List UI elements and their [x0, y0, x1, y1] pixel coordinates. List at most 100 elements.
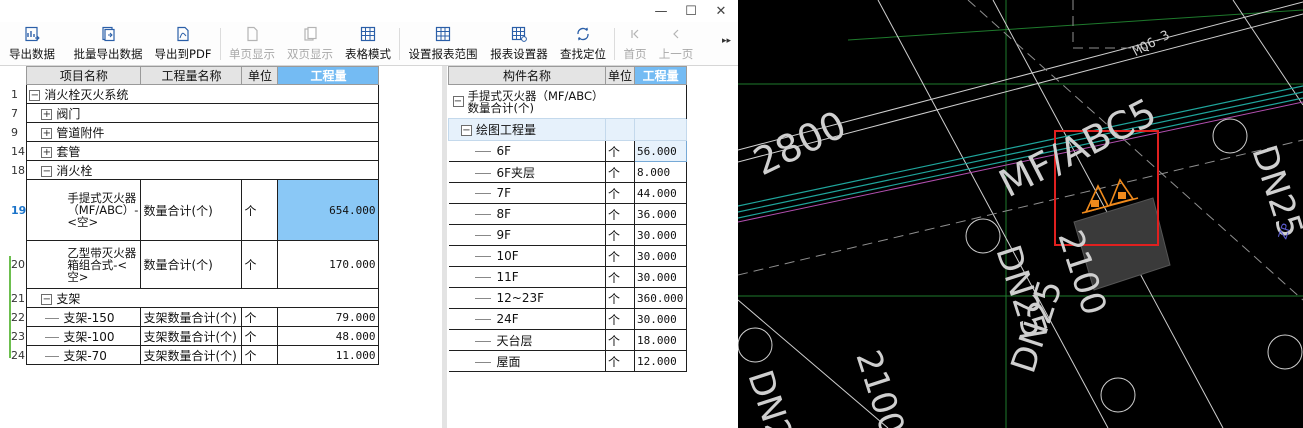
unit-cell[interactable]: 个: [605, 308, 635, 330]
quantity-cell[interactable]: 30.000: [633, 245, 688, 267]
unit-cell[interactable]: 个: [241, 345, 279, 365]
table-row[interactable]: 1 − 消火栓灭火系统: [11, 84, 380, 104]
item-name-cell[interactable]: 手提式灭火器（MF/ABC）-<空>: [26, 179, 142, 241]
quantity-cell[interactable]: 30.000: [633, 308, 688, 330]
unit-cell[interactable]: 个: [605, 245, 635, 267]
report-range-button[interactable]: 设置报表范围: [405, 24, 481, 64]
first-page-button[interactable]: 首页: [618, 24, 652, 64]
unit-cell[interactable]: 个: [605, 350, 635, 372]
qty-name-cell[interactable]: 支架数量合计(个): [140, 345, 243, 365]
prev-page-button[interactable]: 上一页: [654, 24, 698, 64]
quantity-cell[interactable]: 8.000: [633, 161, 688, 183]
collapse-icon[interactable]: −: [41, 293, 53, 305]
export-pdf-button[interactable]: 导出到PDF: [152, 24, 214, 64]
tree-node[interactable]: − 手提式灭火器（MF/ABC） 数量合计(个): [448, 84, 688, 119]
floor-name-cell[interactable]: 天台层: [448, 329, 606, 351]
header-component-name[interactable]: 构件名称: [448, 66, 606, 85]
expand-icon[interactable]: +: [41, 108, 53, 120]
double-page-button[interactable]: 双页显示: [284, 24, 336, 64]
floor-name-cell[interactable]: 屋面: [448, 350, 606, 372]
table-row[interactable]: 14 + 套管: [11, 141, 380, 161]
quantity-cell[interactable]: 360.000: [633, 287, 688, 309]
floor-name-cell[interactable]: 8F: [448, 203, 606, 225]
table-row[interactable]: 11F 个 30.000: [448, 266, 688, 288]
quantity-cell[interactable]: 654.000: [277, 179, 380, 241]
quantity-cell[interactable]: 36.000: [633, 203, 688, 225]
collapse-icon[interactable]: −: [461, 125, 472, 136]
collapse-icon[interactable]: −: [41, 165, 53, 177]
maximize-button[interactable]: ☐: [676, 1, 706, 21]
cad-drawing[interactable]: MQ6-3 2800 MF/ABC5 DN25 DN25 DN25 2100 2…: [738, 0, 1303, 428]
table-row[interactable]: 12~23F 个 360.000: [448, 287, 688, 309]
table-row[interactable]: 7 + 阀门: [11, 103, 380, 123]
item-name-cell[interactable]: 支架-150: [26, 307, 142, 327]
floor-name-cell[interactable]: 6F夹层: [448, 161, 606, 183]
minimize-button[interactable]: —: [646, 1, 676, 21]
unit-cell[interactable]: 个: [605, 329, 635, 351]
qty-name-cell[interactable]: 支架数量合计(个): [140, 326, 243, 346]
floor-name-cell[interactable]: 12~23F: [448, 287, 606, 309]
item-name-cell[interactable]: 支架-70: [26, 345, 142, 365]
floor-name-cell[interactable]: 6F: [448, 140, 606, 162]
expand-icon[interactable]: +: [41, 146, 53, 158]
quantity-cell[interactable]: 48.000: [277, 326, 380, 346]
tree-node[interactable]: − 消火栓灭火系统: [26, 84, 380, 104]
header-quantity[interactable]: 工程量: [633, 66, 688, 85]
table-row[interactable]: 22 支架-150 支架数量合计(个) 个 79.000: [11, 307, 380, 327]
report-settings-button[interactable]: 报表设置器: [487, 24, 551, 64]
header-unit[interactable]: 单位: [241, 66, 279, 85]
table-row[interactable]: 21 − 支架: [11, 288, 380, 308]
quantity-cell[interactable]: 18.000: [633, 329, 688, 351]
item-name-cell[interactable]: 支架-100: [26, 326, 142, 346]
cad-drawing-viewport[interactable]: MQ6-3 2800 MF/ABC5 DN25 DN25 DN25 2100 2…: [738, 0, 1303, 428]
unit-cell[interactable]: 个: [605, 287, 635, 309]
header-item-name[interactable]: 项目名称: [26, 66, 142, 85]
table-row[interactable]: 18 − 消火栓: [11, 160, 380, 180]
header-quantity[interactable]: 工程量: [277, 66, 380, 85]
quantity-cell[interactable]: 44.000: [633, 182, 688, 204]
table-row[interactable]: 20 乙型带灭火器箱组合式-<空> 数量合计(个) 个 170.000: [11, 240, 380, 289]
single-page-button[interactable]: 单页显示: [226, 24, 278, 64]
export-data-button[interactable]: 导出数据: [6, 24, 58, 64]
unit-cell[interactable]: 个: [241, 240, 279, 289]
header-unit[interactable]: 单位: [605, 66, 635, 85]
tree-node[interactable]: − 绘图工程量: [448, 118, 606, 141]
quantity-cell[interactable]: 11.000: [277, 345, 380, 365]
collapse-icon[interactable]: −: [452, 96, 464, 107]
floor-name-cell[interactable]: 11F: [448, 266, 606, 288]
header-qty-name[interactable]: 工程量名称: [140, 66, 243, 85]
tree-node[interactable]: + 套管: [26, 141, 380, 161]
batch-export-button[interactable]: 批量导出数据: [70, 24, 146, 64]
unit-cell[interactable]: 个: [605, 266, 635, 288]
expand-icon[interactable]: +: [41, 127, 53, 139]
unit-cell[interactable]: 个: [605, 161, 635, 183]
table-row[interactable]: 24F 个 30.000: [448, 308, 688, 330]
table-row[interactable]: 6F 个 56.000: [448, 140, 688, 162]
table-mode-button[interactable]: 表格模式: [342, 24, 394, 64]
table-row[interactable]: 10F 个 30.000: [448, 245, 688, 267]
detail-group-row[interactable]: − 绘图工程量: [448, 118, 688, 141]
table-row[interactable]: 19 手提式灭火器（MF/ABC）-<空> 数量合计(个) 个 654.000: [11, 179, 380, 241]
table-row[interactable]: 7F 个 44.000: [448, 182, 688, 204]
tree-node[interactable]: − 消火栓: [26, 160, 380, 180]
collapse-icon[interactable]: −: [29, 89, 41, 101]
tree-node[interactable]: + 阀门: [26, 103, 380, 123]
table-row[interactable]: 6F夹层 个 8.000: [448, 161, 688, 183]
table-row[interactable]: 9F 个 30.000: [448, 224, 688, 246]
qty-name-cell[interactable]: 数量合计(个): [140, 179, 243, 241]
unit-cell[interactable]: 个: [241, 179, 279, 241]
unit-cell[interactable]: 个: [605, 182, 635, 204]
detail-root-row[interactable]: − 手提式灭火器（MF/ABC） 数量合计(个): [448, 84, 688, 119]
quantity-cell[interactable]: 56.000: [633, 140, 688, 162]
close-button[interactable]: ✕: [706, 1, 736, 21]
table-row[interactable]: 23 支架-100 支架数量合计(个) 个 48.000: [11, 326, 380, 346]
tree-node[interactable]: − 支架: [26, 288, 380, 308]
table-row[interactable]: 24 支架-70 支架数量合计(个) 个 11.000: [11, 345, 380, 365]
table-row[interactable]: 天台层 个 18.000: [448, 329, 688, 351]
quantity-cell[interactable]: 79.000: [277, 307, 380, 327]
floor-name-cell[interactable]: 24F: [448, 308, 606, 330]
quantity-cell[interactable]: 30.000: [633, 266, 688, 288]
quantity-cell[interactable]: 30.000: [633, 224, 688, 246]
unit-cell[interactable]: 个: [605, 140, 635, 162]
toolbar-overflow-button[interactable]: ▸▸: [722, 36, 731, 46]
